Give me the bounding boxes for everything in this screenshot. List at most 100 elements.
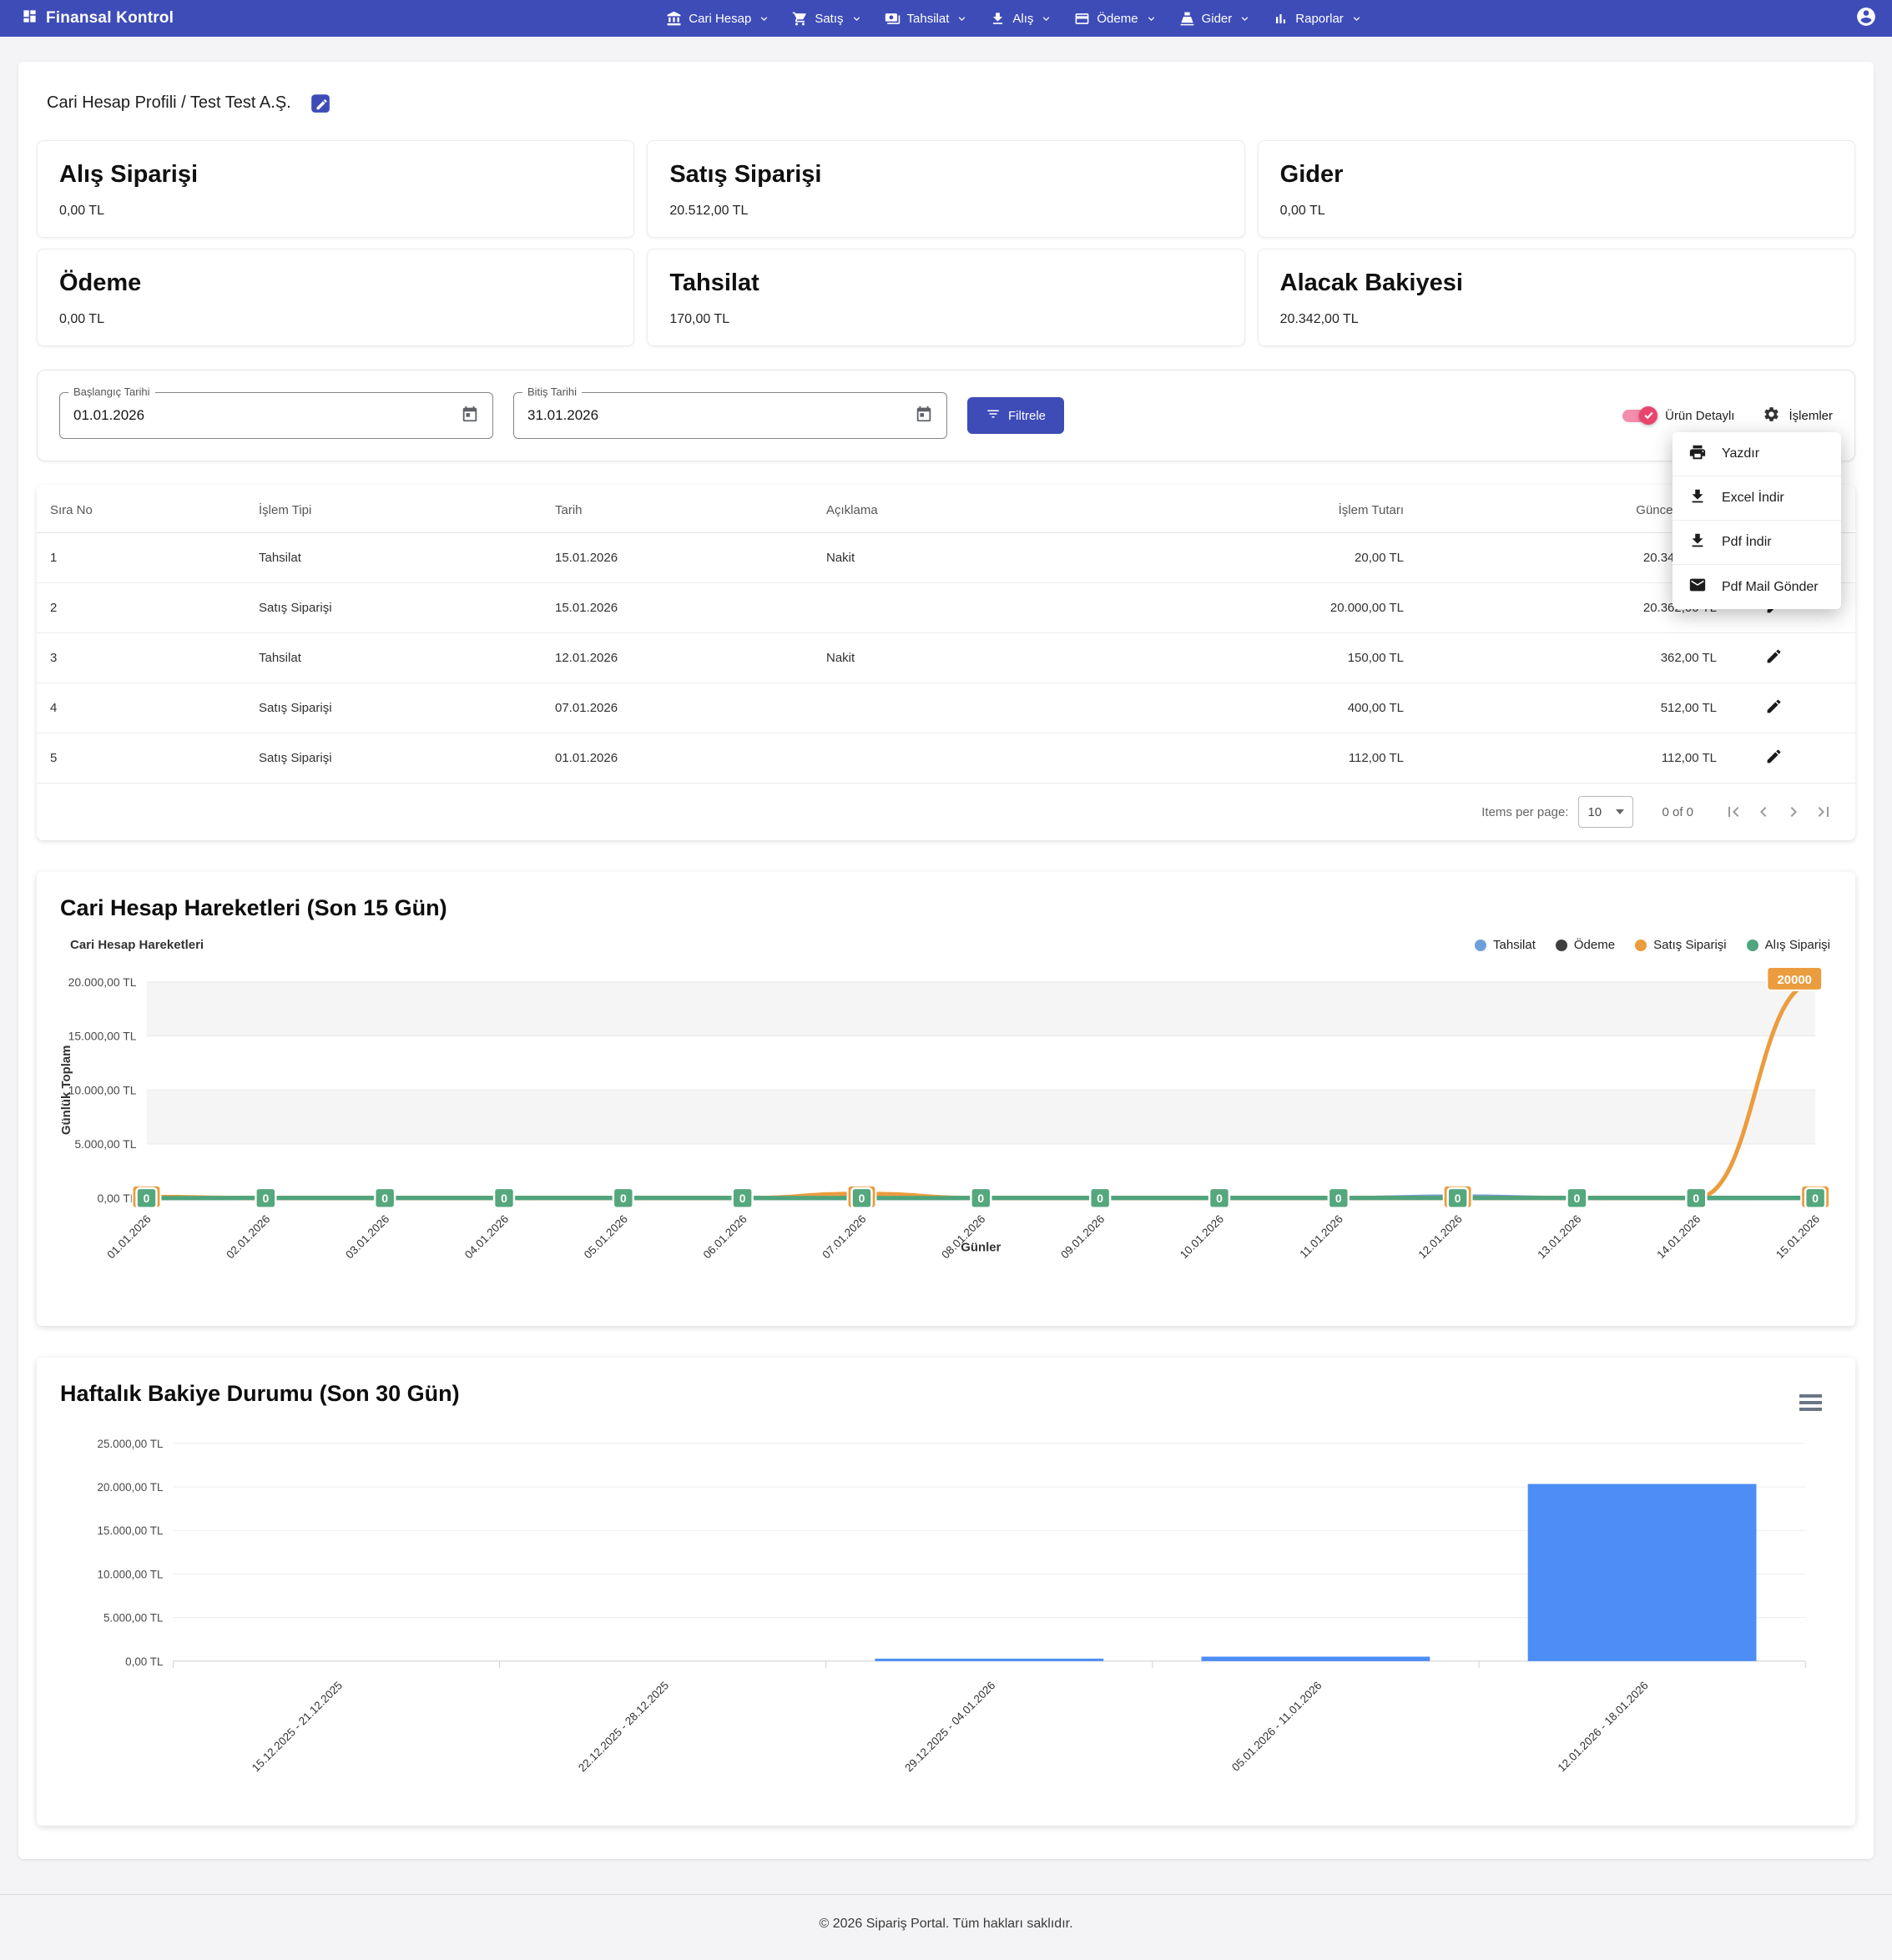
svg-text:0: 0	[262, 1192, 269, 1205]
menu-item-label: Yazdır	[1722, 446, 1759, 461]
payments-icon	[885, 11, 901, 27]
nav-item-satis[interactable]: Satış	[781, 0, 873, 37]
table-row: 1Tahsilat15.01.2026Nakit20,00 TL20.342,0…	[37, 533, 1855, 583]
cell: Tahsilat	[245, 633, 542, 683]
edit-row-button[interactable]	[1743, 698, 1783, 715]
svg-text:0: 0	[1574, 1192, 1581, 1205]
paginator-range: 0 of 0	[1662, 805, 1693, 819]
svg-text:14.01.2026: 14.01.2026	[1654, 1212, 1703, 1261]
col-aciklama: Açıklama	[813, 485, 1158, 533]
nav-item-tahsilat[interactable]: Tahsilat	[874, 0, 980, 37]
cell: Satış Siparişi	[245, 733, 542, 783]
last-page-button[interactable]	[1809, 797, 1839, 827]
menu-item-yazdir[interactable]: Yazdır	[1673, 432, 1841, 476]
legend-dot-icon	[1747, 940, 1758, 951]
nav-item-cari-hesap[interactable]: Cari Hesap	[655, 0, 781, 37]
brand[interactable]: Finansal Kontrol	[22, 8, 174, 29]
page-title: Cari Hesap Profili / Test Test A.Ş.	[47, 93, 291, 113]
items-per-page-select[interactable]: 10	[1578, 796, 1633, 828]
nav-label: Satış	[815, 12, 843, 26]
printer-icon	[1688, 443, 1707, 466]
svg-text:13.01.2026: 13.01.2026	[1535, 1212, 1583, 1261]
svg-text:02.01.2026: 02.01.2026	[224, 1212, 272, 1261]
nav-item-gider[interactable]: Gider	[1168, 0, 1263, 37]
filter-bar: Başlangıç Tarihi 01.01.2026 Bitiş Tarihi…	[37, 370, 1855, 461]
legend-item[interactable]: Tahsilat	[1475, 938, 1536, 952]
svg-text:03.01.2026: 03.01.2026	[343, 1212, 391, 1261]
chevron-down-icon	[850, 13, 863, 25]
svg-text:15.000,00 TL: 15.000,00 TL	[97, 1524, 163, 1537]
first-page-button[interactable]	[1718, 797, 1748, 827]
menu-item-pdf-indir[interactable]: Pdf İndir	[1673, 521, 1841, 565]
paginator: Items per page: 10 0 of 0	[37, 783, 1855, 837]
svg-text:07.01.2026: 07.01.2026	[820, 1212, 868, 1261]
end-date-value: 31.01.2026	[527, 407, 915, 424]
legend-item[interactable]: Alış Siparişi	[1747, 938, 1830, 952]
nav-label: Ödeme	[1097, 12, 1138, 26]
svg-text:10.01.2026: 10.01.2026	[1178, 1212, 1226, 1261]
table-row: 4Satış Siparişi07.01.2026400,00 TL512,00…	[37, 683, 1855, 733]
product-detail-toggle[interactable]: Ürün Detaylı	[1622, 409, 1734, 423]
calendar-icon[interactable]	[461, 405, 479, 427]
nav-item-alis[interactable]: Alış	[979, 0, 1063, 37]
col-tarih: Tarih	[542, 485, 813, 533]
toggle-label: Ürün Detaylı	[1665, 409, 1734, 423]
card-value: 0,00 TL	[59, 312, 612, 327]
svg-text:20.000,00 TL: 20.000,00 TL	[97, 1481, 163, 1494]
chevron-down-icon	[1350, 13, 1363, 25]
svg-text:06.01.2026: 06.01.2026	[701, 1212, 749, 1261]
chevron-down-icon	[956, 13, 968, 25]
toggle-track[interactable]	[1622, 410, 1654, 422]
svg-text:0: 0	[1097, 1192, 1103, 1205]
line-chart-card: Cari Hesap Hareketleri (Son 15 Gün) Cari…	[37, 872, 1855, 1326]
nav-item-odeme[interactable]: Ödeme	[1063, 0, 1168, 37]
svg-text:09.01.2026: 09.01.2026	[1058, 1212, 1107, 1261]
start-date-field[interactable]: Başlangıç Tarihi 01.01.2026	[59, 392, 493, 439]
footer: © 2026 Sipariş Portal. Tüm hakları saklı…	[0, 1894, 1892, 1960]
legend-dot-icon	[1556, 940, 1567, 951]
legend-dot-icon	[1475, 940, 1486, 951]
transactions-table: Sıra No İşlem Tipi Tarih Açıklama İşlem …	[37, 485, 1855, 783]
nav-item-raporlar[interactable]: Raporlar	[1262, 0, 1374, 37]
edit-row-button[interactable]	[1743, 647, 1783, 665]
svg-text:0: 0	[620, 1192, 627, 1205]
menu-item-pdf-mail-gonder[interactable]: Pdf Mail Gönder	[1673, 565, 1841, 609]
card-title: Alış Siparişi	[59, 161, 612, 189]
items-per-page-value: 10	[1587, 805, 1602, 819]
svg-text:0: 0	[381, 1192, 388, 1205]
menu-item-excel-indir[interactable]: Excel İndir	[1673, 476, 1841, 521]
gear-icon	[1763, 406, 1780, 426]
card-satis-siparisi: Satış Siparişi 20.512,00 TL	[647, 140, 1244, 238]
legend-item[interactable]: Satış Siparişi	[1635, 938, 1727, 952]
actions-button[interactable]: İşlemler	[1763, 406, 1833, 426]
summary-cards: Alış Siparişi 0,00 TL Satış Siparişi 20.…	[37, 140, 1855, 346]
download-icon	[1688, 532, 1707, 554]
prev-page-button[interactable]	[1748, 797, 1778, 827]
svg-text:01.01.2026: 01.01.2026	[104, 1212, 153, 1261]
edit-profile-button[interactable]	[310, 92, 331, 113]
filter-button[interactable]: Filtrele	[967, 397, 1064, 434]
cell: 1	[37, 533, 245, 583]
card-value: 0,00 TL	[1280, 204, 1833, 219]
nav-label: Raporlar	[1295, 12, 1344, 26]
card-alis-siparisi: Alış Siparişi 0,00 TL	[37, 140, 634, 238]
cell: 112,00 TL	[1158, 733, 1417, 783]
legend-dot-icon	[1635, 940, 1647, 951]
legend-item[interactable]: Ödeme	[1556, 938, 1615, 952]
top-navbar: Finansal Kontrol Cari Hesap Satış Tahsil…	[0, 0, 1892, 37]
cell: 362,00 TL	[1417, 633, 1730, 683]
bar-chart-section-title: Haftalık Bakiye Durumu (Son 30 Gün)	[60, 1381, 460, 1407]
calendar-icon[interactable]	[915, 405, 933, 427]
nav-label: Cari Hesap	[689, 12, 751, 26]
filter-list-icon	[986, 406, 1001, 425]
svg-text:12.01.2026: 12.01.2026	[1416, 1212, 1465, 1261]
account-button[interactable]	[1855, 6, 1877, 32]
next-page-button[interactable]	[1778, 797, 1809, 827]
card-odeme: Ödeme 0,00 TL	[37, 249, 634, 346]
actions-menu: Yazdır Excel İndir Pdf İndir Pdf Mail Gö…	[1673, 432, 1841, 609]
chart-menu-icon[interactable]	[1796, 1391, 1825, 1414]
edit-row-button[interactable]	[1743, 748, 1783, 765]
end-date-field[interactable]: Bitiş Tarihi 31.01.2026	[513, 392, 947, 439]
table-row: 5Satış Siparişi01.01.2026112,00 TL112,00…	[37, 733, 1855, 783]
svg-text:0: 0	[739, 1192, 746, 1205]
